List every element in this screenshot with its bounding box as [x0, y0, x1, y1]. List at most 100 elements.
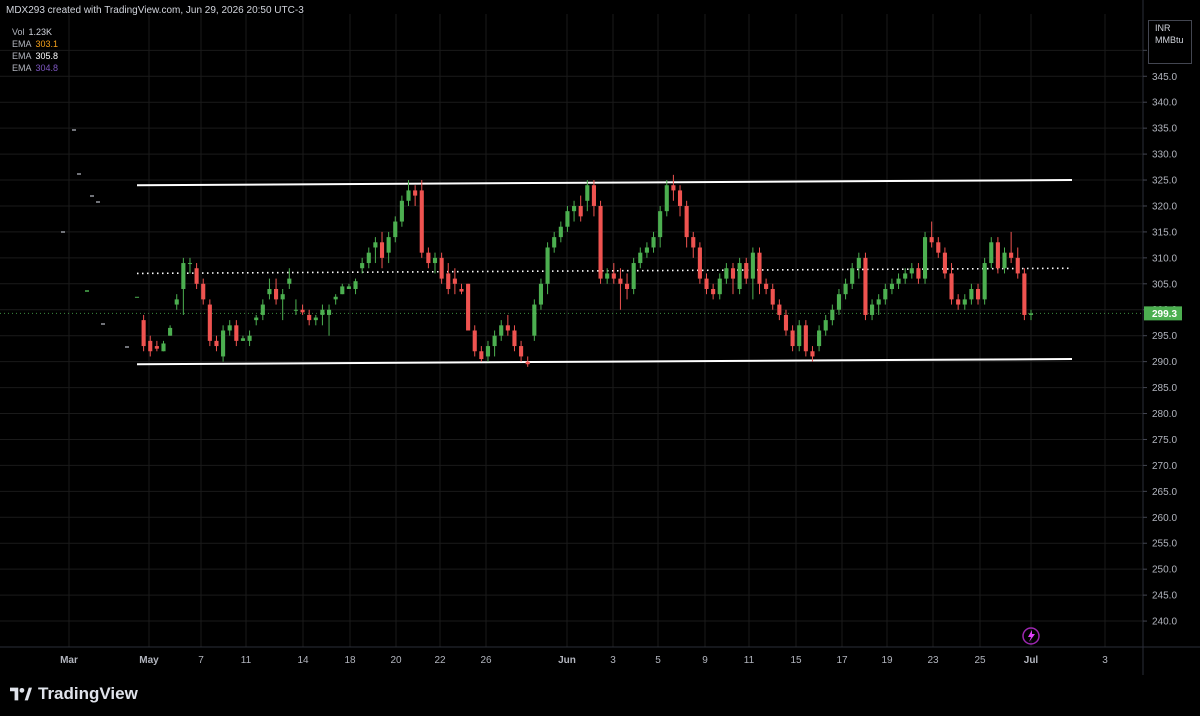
price-tick-label: 290.0: [1152, 357, 1177, 368]
candle-body: [598, 205, 603, 279]
candle-body: [585, 185, 590, 201]
chart-background: [0, 0, 1200, 675]
candle: [995, 237, 1000, 274]
candle: [134, 296, 140, 298]
legend-ema-2[interactable]: EMA 305.8: [12, 50, 58, 62]
time-tick-label: Mar: [60, 655, 78, 666]
candle-body: [538, 283, 544, 305]
candle-body: [207, 304, 212, 341]
candle-body: [221, 330, 226, 357]
candle-body: [201, 283, 206, 300]
candlestick-chart[interactable]: 240.0 245.0 250.0 255.0 260.0 265.0 270.0 275.0…: [0, 0, 1200, 675]
candle-body: [638, 252, 643, 264]
candle-body: [697, 247, 702, 279]
candle-body: [413, 190, 418, 196]
candle-body: [790, 330, 795, 347]
candle-body: [260, 304, 265, 315]
candle-body: [181, 263, 186, 289]
candle-body: [691, 237, 696, 248]
candle-body: [479, 351, 484, 360]
candle-body: [843, 283, 848, 295]
candle-body: [194, 268, 199, 284]
price-tick-label: 305.0: [1152, 279, 1177, 290]
time-tick-label: 3: [610, 655, 616, 666]
time-tick-label: Jun: [558, 655, 576, 666]
candle-body: [320, 309, 325, 315]
candle-body: [512, 330, 517, 347]
brand-name: TradingView: [38, 684, 138, 703]
price-tick-label: 265.0: [1152, 487, 1177, 498]
candle: [419, 180, 424, 258]
candle-body: [870, 304, 875, 315]
candle-body: [724, 268, 729, 279]
candle-body: [717, 278, 722, 295]
candle-body: [406, 190, 411, 201]
candle-body: [671, 185, 676, 191]
last-price-text: 299.3: [1152, 309, 1177, 320]
candle-body: [664, 185, 669, 212]
candle-body: [922, 237, 928, 279]
legend-value: 305.8: [35, 51, 59, 61]
price-tick-label: 340.0: [1152, 98, 1177, 109]
candle-body: [366, 252, 371, 264]
legend-value: 1.23K: [28, 27, 53, 37]
candle-body: [274, 288, 279, 300]
candle-body: [525, 361, 530, 365]
price-tick-label: 345.0: [1152, 72, 1177, 83]
legend-volume[interactable]: Vol 1.23K: [12, 26, 58, 38]
candle-body: [1022, 273, 1027, 315]
candle-body: [850, 268, 855, 284]
candle-body: [459, 288, 464, 292]
currency-unit-box[interactable]: INR MMBtu: [1148, 20, 1192, 64]
candle-body: [214, 340, 219, 347]
candle-body: [605, 273, 610, 279]
candle-body: [916, 268, 921, 279]
candle: [141, 314, 146, 352]
tradingview-logo-icon: [10, 687, 32, 701]
candle-body: [399, 200, 404, 222]
candle-body: [949, 273, 954, 300]
candle-body: [909, 268, 914, 274]
tradingview-logo[interactable]: TradingView: [10, 684, 138, 704]
candle-body: [280, 294, 285, 300]
candle-body: [757, 252, 762, 284]
candle-body: [373, 242, 378, 248]
candle-body: [962, 299, 967, 305]
candle-body: [989, 242, 994, 264]
candle-body: [995, 242, 1000, 269]
candle: [803, 320, 808, 357]
candle-body: [658, 211, 663, 238]
time-tick-label: Jul: [1024, 655, 1039, 666]
candle-body: [810, 351, 815, 357]
candle-body: [631, 263, 636, 289]
time-tick-label: 26: [480, 655, 492, 666]
candle-body: [134, 296, 140, 298]
legend-label: EMA: [12, 63, 32, 73]
time-tick-label: 22: [434, 655, 446, 666]
candle: [631, 257, 636, 295]
price-tick-label: 310.0: [1152, 253, 1177, 264]
candle-body: [466, 283, 471, 331]
candle-body: [426, 252, 431, 264]
candle-body: [545, 247, 550, 284]
candle-body: [472, 330, 477, 352]
candle: [922, 231, 928, 284]
candle-body: [353, 281, 358, 289]
candle-body: [956, 299, 961, 305]
candle-body: [797, 325, 802, 347]
legend-value: 304.8: [35, 63, 59, 73]
candle-body: [360, 263, 365, 269]
candle-body: [287, 278, 292, 284]
candle-body: [889, 283, 894, 289]
time-tick-label: 3: [1102, 655, 1108, 666]
candle-body: [836, 294, 842, 310]
last-price-label: 299.3: [1144, 306, 1182, 321]
price-tick-label: 295.0: [1152, 331, 1177, 342]
candle-body: [624, 283, 630, 289]
candle-body: [552, 237, 557, 248]
unit-label: MMBtu: [1155, 35, 1184, 45]
legend-ema-1[interactable]: EMA 303.1: [12, 38, 58, 50]
legend-ema-3[interactable]: EMA 304.8: [12, 62, 58, 74]
time-tick-label: 19: [881, 655, 893, 666]
candle-body: [770, 288, 775, 305]
